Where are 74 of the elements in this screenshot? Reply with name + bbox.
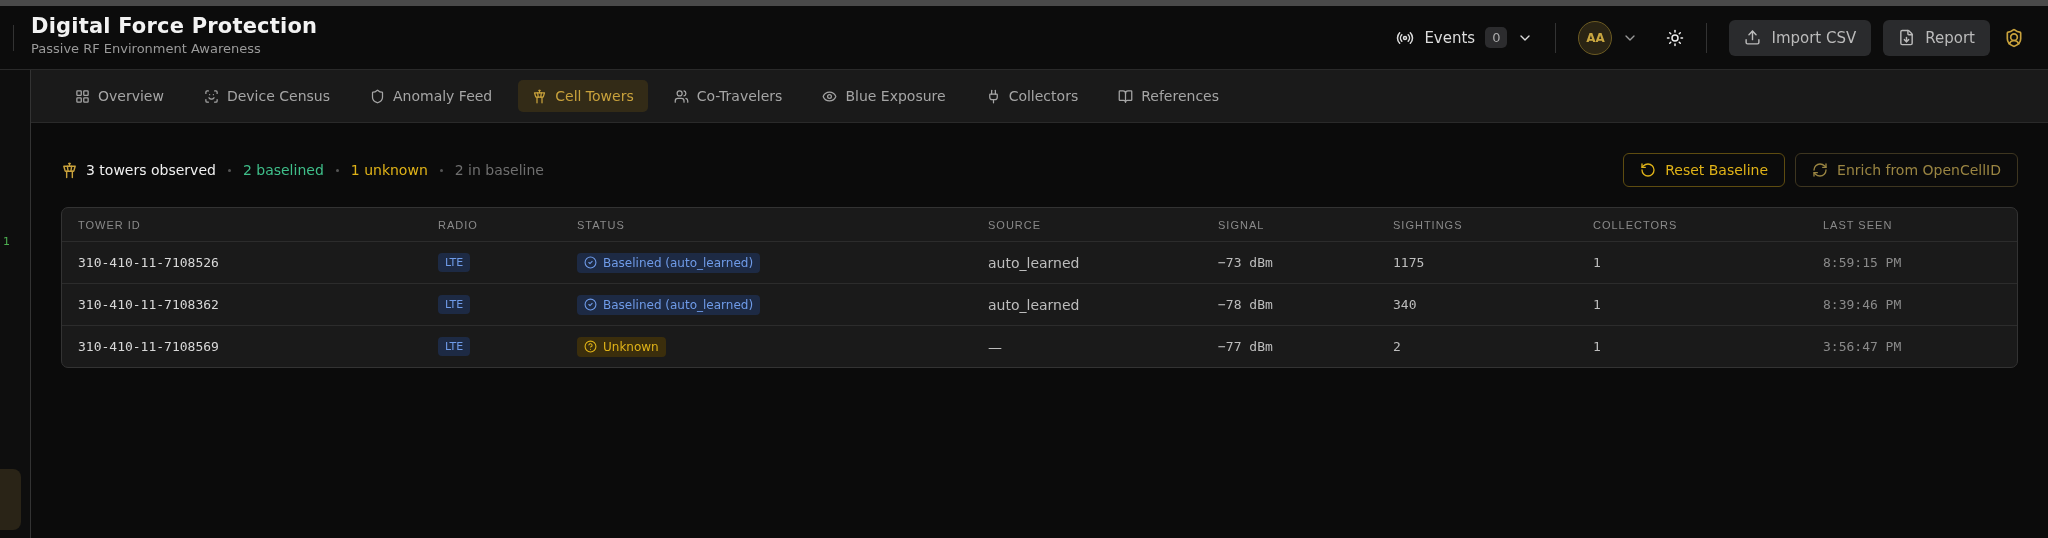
- table-cell-text: 340: [1393, 297, 1418, 312]
- eye-icon: [822, 88, 838, 104]
- nav-tab[interactable]: Device Census: [189, 80, 344, 112]
- summary-text: 3 towers observed: [86, 162, 216, 178]
- import-button[interactable]: Import CSV: [1729, 19, 1872, 56]
- nav-tab[interactable]: Co-Travelers: [659, 80, 797, 112]
- radio-tag: LTE: [438, 295, 471, 314]
- summary-text: 2 baselined: [242, 162, 324, 178]
- upload-icon: [1744, 29, 1762, 46]
- shield-user-icon[interactable]: [2004, 27, 2024, 48]
- table-cell-text: −78 dBm: [1218, 297, 1274, 312]
- column-header: TOWER ID: [78, 218, 142, 231]
- table-cell-text: 1: [1593, 255, 1602, 270]
- status-badge: Baselined (auto_learned): [577, 294, 761, 315]
- column-header: LAST SEEN: [1823, 218, 1894, 231]
- table-cell-text: 2: [1393, 339, 1402, 354]
- table-cell-text: 8:39:46 PM: [1823, 297, 1903, 312]
- nav-tab[interactable]: Collectors: [971, 80, 1093, 112]
- column-header: SIGHTINGS: [1393, 218, 1464, 231]
- user-avatar[interactable]: AA: [1578, 20, 1613, 55]
- nav-tab[interactable]: Cell Towers: [518, 80, 648, 112]
- events-count: 0: [1485, 27, 1508, 48]
- table-cell-text: 3:56:47 PM: [1823, 339, 1903, 354]
- rail-marker: 1: [2, 235, 11, 248]
- table-cell-text: 1: [1593, 297, 1602, 312]
- check-icon: [584, 256, 597, 269]
- radio-tag: LTE: [438, 337, 471, 356]
- table-cell-text: auto_learned: [988, 296, 1081, 313]
- nav-tab[interactable]: Blue Exposure: [808, 80, 960, 112]
- table-cell-text: 310-410-11-7108526: [78, 255, 220, 270]
- users-icon: [673, 88, 689, 104]
- question-icon: [584, 340, 597, 353]
- summary-text: 1 unknown: [350, 162, 428, 178]
- events-button[interactable]: Events 0: [1396, 27, 1534, 48]
- table-cell-text: 310-410-11-7108569: [78, 339, 220, 354]
- enrich-button[interactable]: Enrich from OpenCellID: [1795, 153, 2018, 187]
- summary-text: 2 in baseline: [454, 162, 544, 178]
- grid-icon: [75, 88, 90, 104]
- nav-tab[interactable]: Anomaly Feed: [356, 80, 507, 112]
- check-icon: [584, 298, 597, 311]
- table-cell-text: auto_learned: [988, 254, 1081, 271]
- column-header: SIGNAL: [1218, 218, 1266, 231]
- scan-face-icon: [203, 88, 219, 104]
- table-cell-text: −77 dBm: [1218, 339, 1274, 354]
- separator-dot: [439, 168, 443, 172]
- table-cell-text: −73 dBm: [1218, 255, 1274, 270]
- nav-tab[interactable]: Overview: [61, 80, 178, 112]
- separator-dot: [335, 168, 339, 172]
- status-badge: Unknown: [577, 336, 666, 357]
- column-header: RADIO: [438, 218, 479, 231]
- file-download-icon: [1898, 29, 1916, 46]
- separator-dot: [227, 168, 231, 172]
- column-header: STATUS: [577, 218, 626, 231]
- book-icon: [1118, 88, 1134, 104]
- refresh-icon: [1812, 162, 1829, 178]
- report-button[interactable]: Report: [1883, 19, 1990, 56]
- reset-baseline-button[interactable]: Reset Baseline: [1623, 153, 1786, 187]
- tower-icon: [61, 161, 78, 179]
- table-cell-text: 1: [1593, 339, 1602, 354]
- sun-icon[interactable]: [1666, 28, 1685, 47]
- table-cell-text: 310-410-11-7108362: [78, 297, 220, 312]
- radio-tag: LTE: [438, 253, 471, 272]
- tower-icon: [532, 88, 548, 104]
- nav-tab[interactable]: References: [1104, 80, 1233, 112]
- shield-icon: [370, 88, 385, 104]
- table-cell-text: —: [988, 338, 1003, 355]
- column-header: SOURCE: [988, 218, 1043, 231]
- rotate-icon: [1640, 162, 1657, 178]
- table-cell-text: 8:59:15 PM: [1823, 255, 1903, 270]
- app-subtitle: Passive RF Environment Awareness: [31, 40, 262, 56]
- status-badge: Baselined (auto_learned): [577, 252, 761, 273]
- table-cell-text: 1175: [1393, 255, 1426, 270]
- app-title: Digital Force Protection: [31, 13, 318, 38]
- column-header: COLLECTORS: [1593, 218, 1679, 231]
